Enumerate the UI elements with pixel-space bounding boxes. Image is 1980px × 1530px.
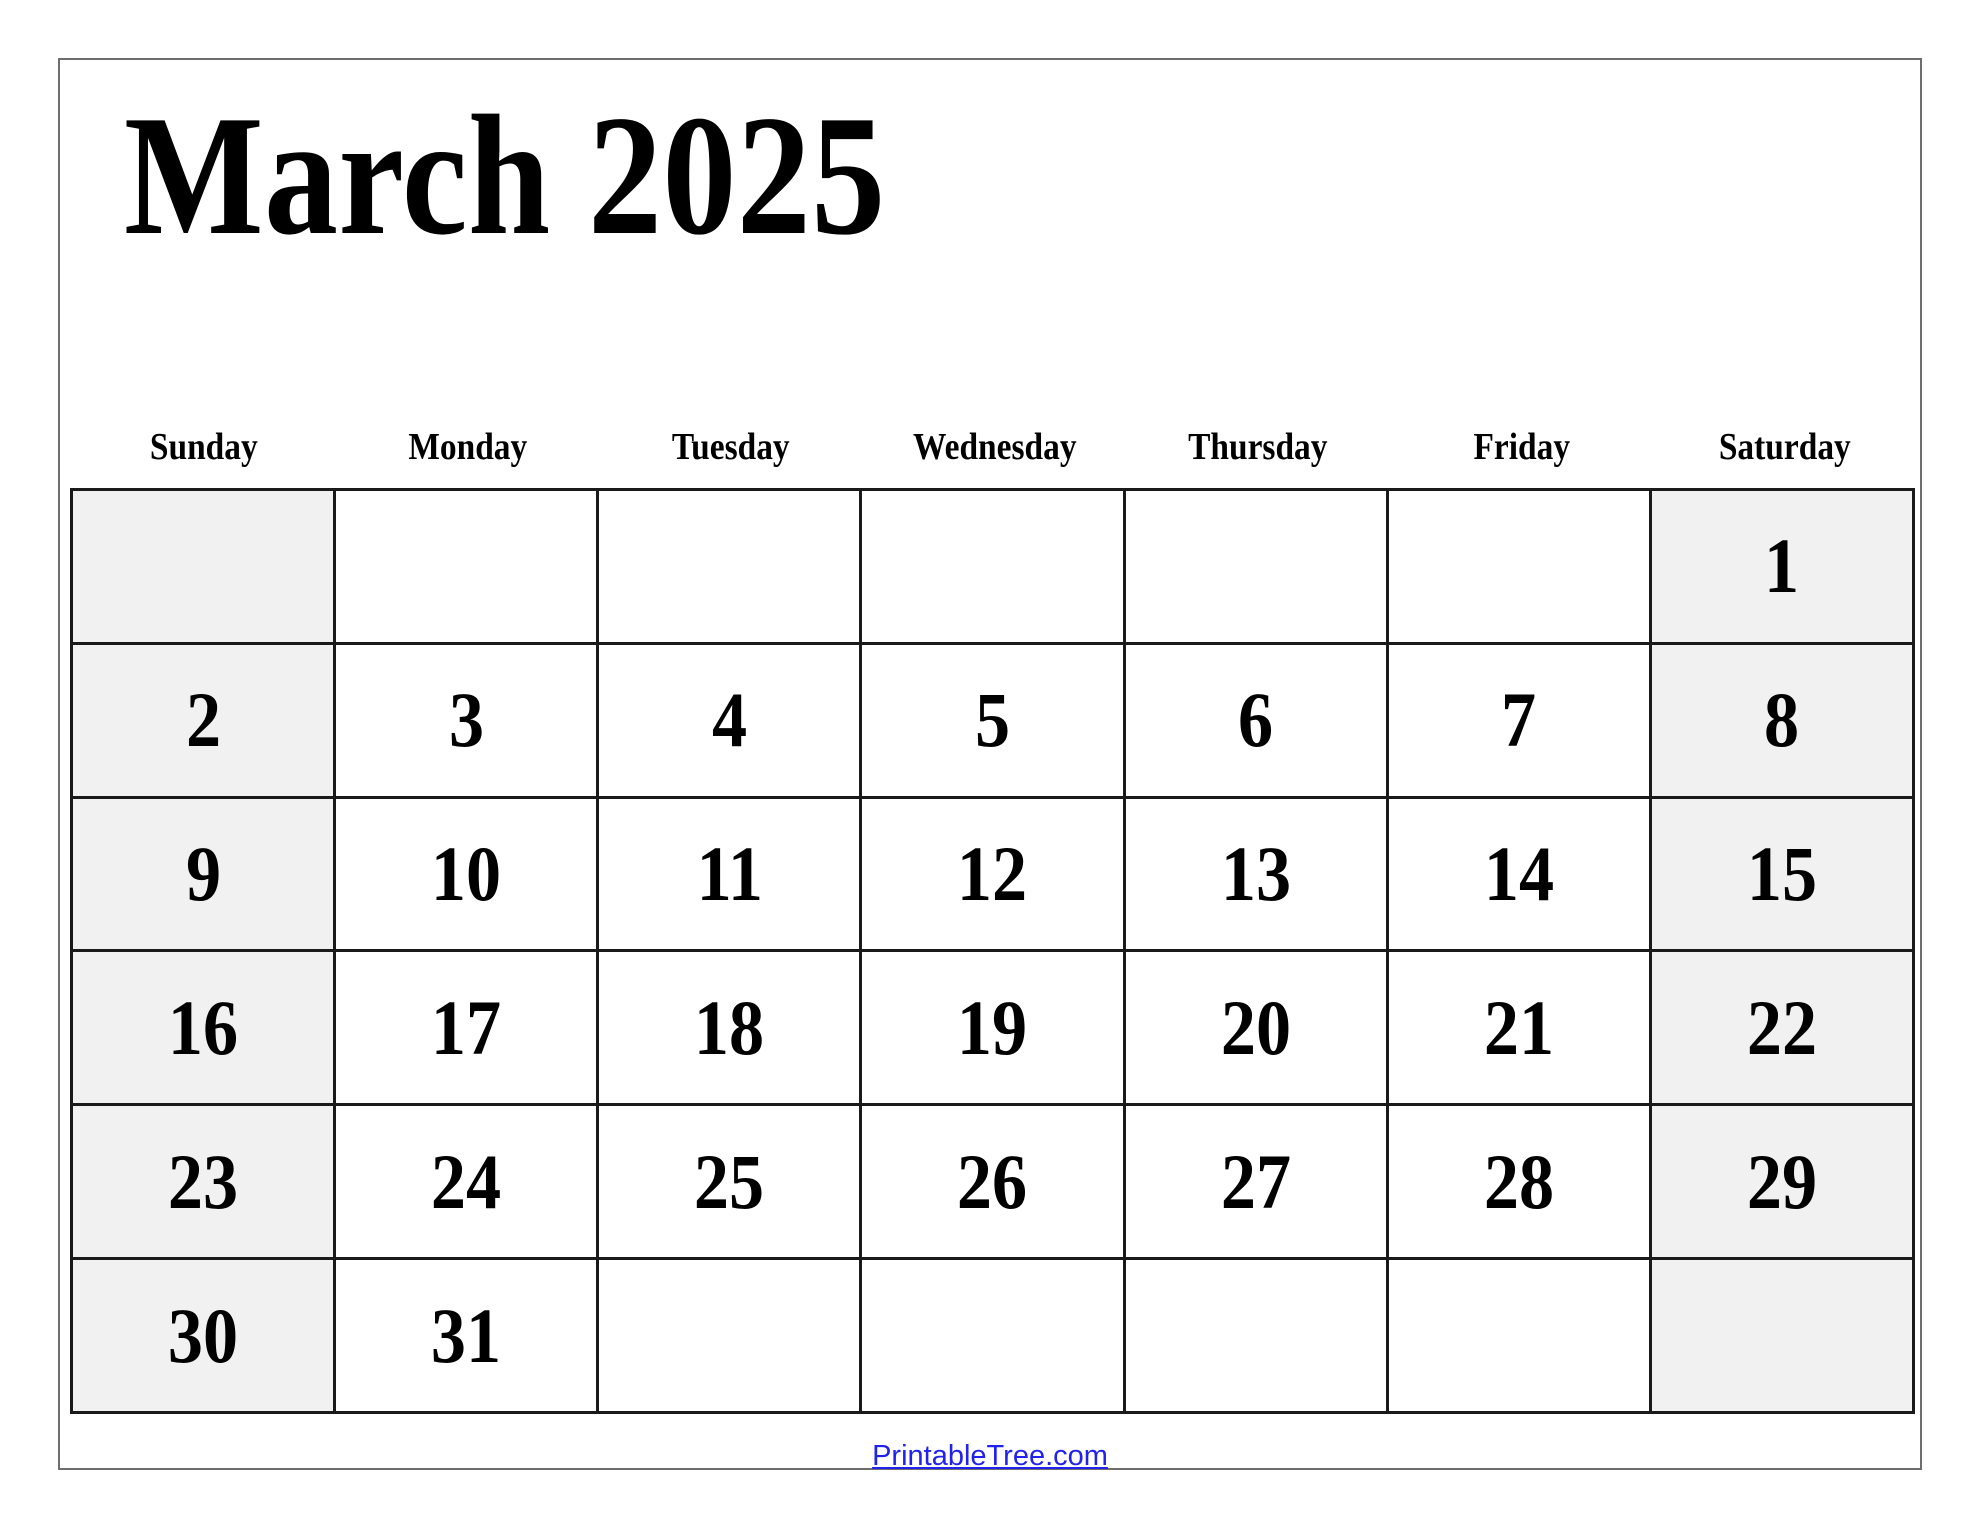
calendar-page-frame: March 2025 Sunday Monday Tuesday Wednesd… <box>58 58 1922 1473</box>
calendar-day-cell[interactable]: 31 <box>336 1260 600 1411</box>
calendar-day-cell[interactable]: 19 <box>862 952 1126 1104</box>
calendar-day-cell[interactable]: 13 <box>1125 798 1389 950</box>
day-number: 19 <box>957 983 1028 1071</box>
day-number: 5 <box>974 676 1011 764</box>
day-number: 28 <box>1483 1137 1554 1225</box>
calendar-day-cell[interactable]: 18 <box>599 952 863 1104</box>
calendar-day-cell[interactable]: 14 <box>1388 798 1652 950</box>
calendar-day-cell[interactable] <box>1388 491 1652 642</box>
calendar-day-cell[interactable]: 12 <box>862 798 1126 950</box>
calendar-day-cell[interactable]: 27 <box>1125 1106 1389 1258</box>
calendar-day-cell[interactable]: 29 <box>1651 1106 1912 1258</box>
calendar-day-cell[interactable] <box>599 491 863 642</box>
calendar-day-cell[interactable] <box>1388 1260 1652 1411</box>
calendar-day-cell[interactable]: 26 <box>862 1106 1126 1258</box>
calendar-day-cell[interactable]: 1 <box>1651 491 1912 642</box>
weekday-header-wednesday: Wednesday <box>912 426 1077 468</box>
calendar-day-cell[interactable]: 24 <box>336 1106 600 1258</box>
calendar-day-cell[interactable] <box>1125 1260 1389 1411</box>
day-number: 26 <box>957 1137 1028 1225</box>
calendar-day-cell[interactable]: 8 <box>1651 644 1912 796</box>
day-number: 11 <box>696 830 763 918</box>
day-number: 12 <box>957 830 1028 918</box>
calendar-day-cell[interactable] <box>1125 491 1389 642</box>
calendar-day-cell[interactable]: 25 <box>599 1106 863 1258</box>
day-number: 3 <box>448 676 484 764</box>
day-number: 30 <box>167 1291 239 1379</box>
calendar-day-cell[interactable] <box>1651 1260 1912 1411</box>
weekday-header-saturday: Saturday <box>1719 426 1852 468</box>
weekday-header-row: Sunday Monday Tuesday Wednesday Thursday… <box>72 428 1917 466</box>
calendar-day-cell[interactable]: 6 <box>1125 644 1389 796</box>
calendar-day-cell[interactable] <box>599 1260 863 1411</box>
day-number: 20 <box>1220 983 1291 1071</box>
calendar-day-cell[interactable]: 7 <box>1388 644 1652 796</box>
calendar-day-cell[interactable]: 11 <box>599 798 863 950</box>
calendar-day-cell[interactable]: 20 <box>1125 952 1389 1104</box>
calendar-day-cell[interactable] <box>73 491 337 642</box>
weekday-header-thursday: Thursday <box>1188 426 1328 468</box>
calendar-day-cell[interactable]: 3 <box>336 644 600 796</box>
day-number: 1 <box>1764 522 1800 610</box>
calendar-day-cell[interactable]: 17 <box>336 952 600 1104</box>
day-number: 4 <box>711 676 747 764</box>
day-number: 16 <box>167 983 239 1071</box>
calendar-day-cell[interactable]: 30 <box>73 1260 337 1411</box>
day-number: 18 <box>694 983 765 1071</box>
calendar-day-cell[interactable] <box>336 491 600 642</box>
day-number: 8 <box>1764 676 1800 764</box>
calendar-week-row: 1 <box>73 491 1912 645</box>
day-number: 13 <box>1220 830 1291 918</box>
day-number: 17 <box>431 983 502 1071</box>
day-number: 21 <box>1483 983 1554 1071</box>
calendar-day-cell[interactable]: 10 <box>336 798 600 950</box>
calendar-day-cell[interactable] <box>862 1260 1126 1411</box>
day-number: 23 <box>167 1137 239 1225</box>
day-number: 27 <box>1220 1137 1291 1225</box>
day-number: 10 <box>431 830 502 918</box>
calendar-grid: 1 2 3 4 5 6 7 8 9 10 11 12 13 14 15 16 17 18 19 20 21 22 23 24 2… <box>70 488 1915 1414</box>
calendar-week-row: 23 24 25 26 27 28 29 <box>73 1106 1912 1261</box>
calendar-day-cell[interactable]: 23 <box>73 1106 337 1258</box>
day-number: 24 <box>431 1137 502 1225</box>
day-number: 15 <box>1746 830 1818 918</box>
day-number: 6 <box>1238 676 1274 764</box>
day-number: 14 <box>1483 830 1554 918</box>
weekday-header-monday: Monday <box>407 426 527 468</box>
calendar-day-cell[interactable]: 5 <box>862 644 1126 796</box>
calendar-day-cell[interactable]: 21 <box>1388 952 1652 1104</box>
day-number: 22 <box>1746 983 1818 1071</box>
day-number: 29 <box>1746 1137 1818 1225</box>
calendar-day-cell[interactable]: 28 <box>1388 1106 1652 1258</box>
printabletree-link[interactable]: PrintableTree.com <box>872 1440 1108 1472</box>
calendar-day-cell[interactable]: 9 <box>73 798 337 950</box>
calendar-day-cell[interactable]: 2 <box>73 644 337 796</box>
weekday-header-tuesday: Tuesday <box>672 426 790 468</box>
day-number: 7 <box>1501 676 1537 764</box>
page-title: March 2025 <box>124 81 886 271</box>
calendar-day-cell[interactable]: 4 <box>599 644 863 796</box>
calendar-day-cell[interactable]: 22 <box>1651 952 1912 1104</box>
day-number: 25 <box>694 1137 765 1225</box>
weekday-header-friday: Friday <box>1473 426 1570 468</box>
footer: PrintableTree.com <box>60 1440 1920 1473</box>
day-number: 9 <box>185 830 221 918</box>
calendar-day-cell[interactable] <box>862 491 1126 642</box>
calendar-week-row: 9 10 11 12 13 14 15 <box>73 798 1912 953</box>
calendar-week-row: 2 3 4 5 6 7 8 <box>73 644 1912 799</box>
calendar-week-row: 30 31 <box>73 1260 1912 1411</box>
calendar-week-row: 16 17 18 19 20 21 22 <box>73 952 1912 1107</box>
weekday-header-sunday: Sunday <box>149 426 258 468</box>
calendar-day-cell[interactable]: 15 <box>1651 798 1912 950</box>
day-number: 2 <box>185 676 221 764</box>
calendar-day-cell[interactable]: 16 <box>73 952 337 1104</box>
day-number: 31 <box>431 1291 502 1379</box>
